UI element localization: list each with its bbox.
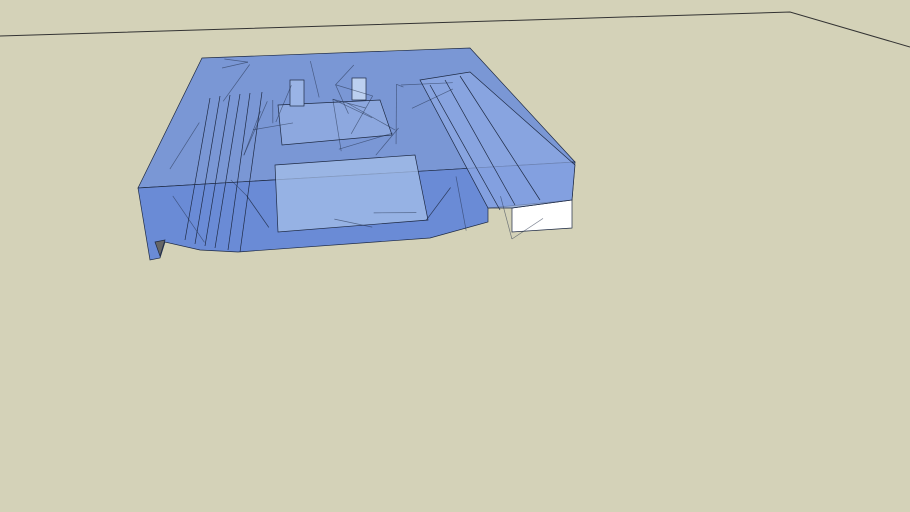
model-inner-panel-1 — [274, 154, 429, 233]
model-block-1 — [289, 79, 305, 107]
3d-viewport[interactable] — [0, 0, 910, 512]
model-block-2 — [351, 77, 367, 101]
